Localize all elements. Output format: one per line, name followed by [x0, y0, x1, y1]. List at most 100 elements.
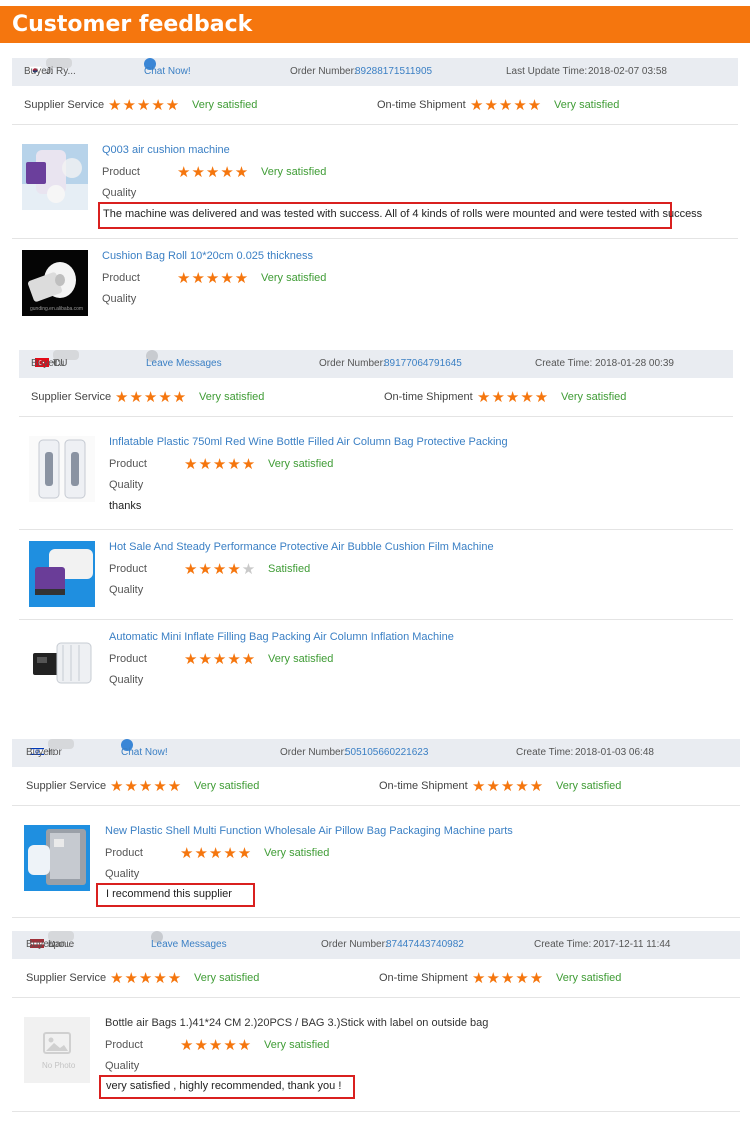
ontime-shipment-text: Very satisfied	[556, 780, 622, 792]
ontime-shipment-text: Very satisfied	[554, 99, 620, 111]
product-thumbnail: gunding.en.alibaba.com	[22, 250, 88, 316]
product-stars: ★★★★★	[184, 456, 257, 473]
quality-label: Quality	[109, 584, 144, 596]
feedback-item: Automatic Mini Inflate Filling Bag Packi…	[19, 619, 733, 698]
product-stars: ★★★★★	[184, 561, 257, 578]
feedback-item: Hot Sale And Steady Performance Protecti…	[19, 529, 733, 620]
product-rating-text: Satisfied	[268, 563, 311, 575]
product-thumbnail	[24, 825, 90, 891]
product-title-link[interactable]: Q003 air cushion machine	[102, 144, 230, 156]
no-photo-icon	[24, 1017, 90, 1083]
quality-label: Quality	[105, 868, 140, 880]
product-stars: ★★★★★	[184, 651, 257, 668]
overall-ratings: Supplier Service ★★★★★ Very satisfied On…	[19, 378, 733, 417]
product-stars: ★★★★★	[180, 1037, 253, 1054]
buyer-info: Buyer: Ilor	[26, 739, 74, 767]
product-title: Bottle air Bags 1.)41*24 CM 2.)20PCS / B…	[105, 1017, 489, 1029]
order-number-link[interactable]: 505105660221623	[345, 739, 428, 767]
product-label: Product	[102, 272, 140, 284]
product-rating-text: Very satisfied	[268, 458, 334, 470]
order-number-label: Order Number:	[290, 66, 357, 77]
product-thumbnail	[29, 541, 95, 607]
ontime-shipment-label: On-time Shipment	[379, 780, 468, 792]
product-title-link[interactable]: Automatic Mini Inflate Filling Bag Packi…	[109, 631, 454, 643]
feedback-item: Inflatable Plastic 750ml Red Wine Bottle…	[19, 424, 733, 530]
product-label: Product	[105, 847, 143, 859]
time-value: 2018-01-28 00:39	[595, 358, 674, 369]
ontime-shipment-stars: ★★★★★	[472, 778, 545, 795]
ontime-shipment-text: Very satisfied	[556, 972, 622, 984]
supplier-service-text: Very satisfied	[199, 391, 265, 403]
product-title-link[interactable]: Cushion Bag Roll 10*20cm 0.025 thickness	[102, 250, 313, 262]
feedback-card: Buyer: Tu CU Leave Messages Order Number…	[19, 350, 733, 698]
time-value: 2018-02-07 03:58	[588, 66, 667, 77]
review-comment: I recommend this supplier	[106, 888, 232, 900]
feedback-item: New Plastic Shell Multi Function Wholesa…	[12, 813, 740, 918]
buyer-info: Buyer: Danie apo...	[26, 931, 74, 959]
supplier-service-label: Supplier Service	[26, 972, 107, 984]
product-title-link[interactable]: New Plastic Shell Multi Function Wholesa…	[105, 825, 513, 837]
buyer-info: Buyer: J Ji Ry...	[24, 58, 76, 86]
feedback-item: Q003 air cushion machine Product ★★★★★ V…	[12, 132, 738, 239]
product-label: Product	[109, 458, 147, 470]
time-value: 2017-12-11 11:44	[593, 939, 671, 950]
supplier-service-stars: ★★★★★	[115, 389, 188, 406]
time-label: Create Time:	[516, 747, 574, 758]
product-rating-text: Very satisfied	[261, 166, 327, 178]
review-comment: thanks	[109, 500, 142, 512]
product-stars: ★★★★★	[180, 845, 253, 862]
blurred-name	[48, 739, 74, 749]
time-label: Create Time:	[534, 939, 592, 950]
time-value: 2018-01-03 06:48	[575, 747, 654, 758]
quality-label: Quality	[109, 479, 144, 491]
ontime-shipment-stars: ★★★★★	[470, 97, 543, 114]
product-title-link[interactable]: Inflatable Plastic 750ml Red Wine Bottle…	[109, 436, 508, 448]
product-label: Product	[105, 1039, 143, 1051]
ontime-shipment-stars: ★★★★★	[472, 970, 545, 987]
product-label: Product	[102, 166, 140, 178]
supplier-service-stars: ★★★★★	[108, 97, 181, 114]
supplier-service-label: Supplier Service	[26, 780, 107, 792]
product-thumbnail	[29, 631, 95, 697]
feedback-item: gunding.en.alibaba.com Cushion Bag Roll …	[12, 238, 738, 318]
supplier-service-label: Supplier Service	[31, 391, 112, 403]
order-number-link[interactable]: 87447443740982	[386, 931, 464, 959]
product-thumbnail	[22, 144, 88, 210]
feedback-card: Buyer: Ilor Chat Now! Order Number: 5051…	[12, 739, 740, 918]
product-title-link[interactable]: Hot Sale And Steady Performance Protecti…	[109, 541, 494, 553]
buyer-name-end: apo...	[48, 939, 74, 950]
product-rating-text: Very satisfied	[264, 1039, 330, 1051]
time-label: Last Update Time:	[506, 66, 588, 77]
order-number-link[interactable]: 89288171511905	[355, 58, 432, 86]
ontime-shipment-text: Very satisfied	[561, 391, 627, 403]
product-thumbnail: No Photo	[24, 1017, 90, 1083]
order-info-bar: Buyer: Tu CU Leave Messages Order Number…	[19, 350, 733, 378]
thumbnail-caption: gunding.en.alibaba.com	[30, 306, 84, 312]
review-comment: The machine was delivered and was tested…	[103, 208, 703, 220]
order-number-label: Order Number:	[280, 747, 347, 758]
quality-label: Quality	[105, 1060, 140, 1072]
quality-label: Quality	[109, 674, 144, 686]
ontime-shipment-label: On-time Shipment	[377, 99, 466, 111]
buyer-info: Buyer: Tu CU	[31, 350, 79, 378]
order-info-bar: Buyer: J Ji Ry... Chat Now! Order Number…	[12, 58, 738, 86]
time-label: Create Time:	[535, 358, 593, 369]
supplier-service-text: Very satisfied	[194, 780, 260, 792]
overall-ratings: Supplier Service ★★★★★ Very satisfied On…	[12, 767, 740, 806]
supplier-service-text: Very satisfied	[194, 972, 260, 984]
buyer-name-end: CU	[53, 358, 68, 369]
supplier-service-stars: ★★★★★	[110, 778, 183, 795]
product-thumbnail	[29, 436, 95, 502]
order-number-link[interactable]: 89177064791645	[384, 350, 462, 378]
product-rating-text: Very satisfied	[264, 847, 330, 859]
feedback-card: Buyer: J Ji Ry... Chat Now! Order Number…	[12, 58, 738, 318]
order-number-label: Order Number:	[319, 358, 386, 369]
overall-ratings: Supplier Service ★★★★★ Very satisfied On…	[12, 86, 738, 125]
review-comment: very satisfied , highly recommended, tha…	[106, 1080, 342, 1092]
quality-label: Quality	[102, 293, 137, 305]
product-label: Product	[109, 653, 147, 665]
ontime-shipment-stars: ★★★★★	[477, 389, 550, 406]
overall-ratings: Supplier Service ★★★★★ Very satisfied On…	[12, 959, 740, 998]
no-photo-caption: No Photo	[42, 1061, 76, 1070]
page-title: Customer feedback	[0, 6, 750, 43]
